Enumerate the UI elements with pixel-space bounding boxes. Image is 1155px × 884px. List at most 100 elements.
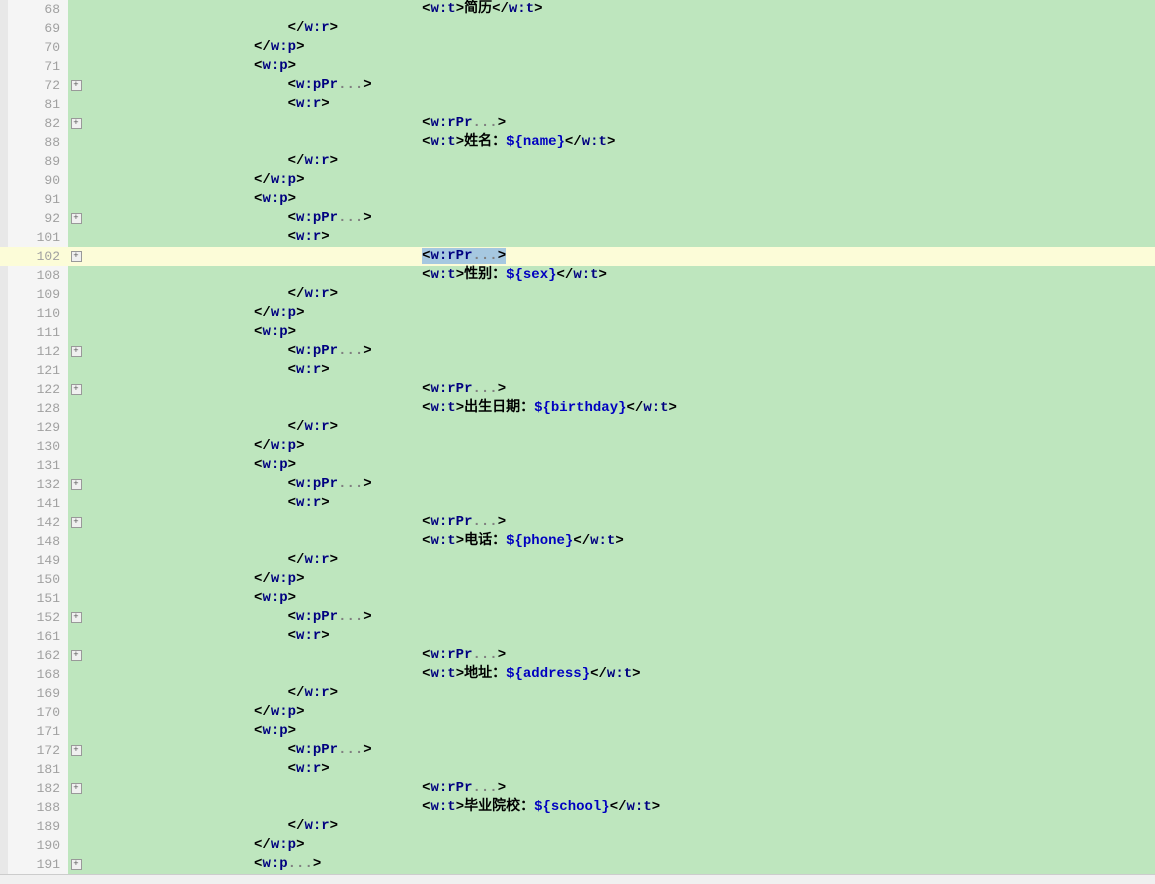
code-content[interactable]: <w:r> [84,627,1155,646]
code-content[interactable]: <w:p> [84,57,1155,76]
fold-expand-icon[interactable]: + [68,855,84,874]
code-content[interactable]: <w:r> [84,494,1155,513]
code-content[interactable]: <w:t>姓名：${name}</w:t> [84,133,1155,152]
code-line[interactable]: 129 </w:r> [0,418,1155,437]
fold-expand-icon[interactable]: + [68,209,84,228]
code-content[interactable]: <w:pPr...> [84,76,1155,95]
code-content[interactable]: <w:p> [84,589,1155,608]
code-line[interactable]: 108 <w:t>性别：${sex}</w:t> [0,266,1155,285]
code-line[interactable]: 122+ <w:rPr...> [0,380,1155,399]
code-line[interactable]: 162+ <w:rPr...> [0,646,1155,665]
code-line[interactable]: 121 <w:r> [0,361,1155,380]
code-content[interactable]: <w:rPr...> [84,646,1155,665]
code-line[interactable]: 81 <w:r> [0,95,1155,114]
fold-expand-icon[interactable]: + [68,380,84,399]
code-line[interactable]: 91 <w:p> [0,190,1155,209]
code-content[interactable]: <w:p> [84,190,1155,209]
fold-expand-icon[interactable]: + [68,646,84,665]
code-content[interactable]: </w:r> [84,817,1155,836]
code-line[interactable]: 72+ <w:pPr...> [0,76,1155,95]
code-content[interactable]: <w:pPr...> [84,342,1155,361]
code-line[interactable]: 90 </w:p> [0,171,1155,190]
fold-expand-icon[interactable]: + [68,76,84,95]
code-content[interactable]: </w:p> [84,304,1155,323]
code-line[interactable]: 128 <w:t>出生日期：${birthday}</w:t> [0,399,1155,418]
code-line[interactable]: 132+ <w:pPr...> [0,475,1155,494]
code-line[interactable]: 71 <w:p> [0,57,1155,76]
code-line[interactable]: 110 </w:p> [0,304,1155,323]
code-line[interactable]: 68 <w:t>简历</w:t> [0,0,1155,19]
code-line[interactable]: 130 </w:p> [0,437,1155,456]
code-line[interactable]: 170 </w:p> [0,703,1155,722]
code-content[interactable]: <w:p> [84,323,1155,342]
code-content[interactable]: <w:t>地址：${address}</w:t> [84,665,1155,684]
code-line[interactable]: 149 </w:r> [0,551,1155,570]
code-line[interactable]: 89 </w:r> [0,152,1155,171]
code-content[interactable]: <w:rPr...> [84,380,1155,399]
code-line[interactable]: 112+ <w:pPr...> [0,342,1155,361]
fold-expand-icon[interactable]: + [68,741,84,760]
code-line[interactable]: 151 <w:p> [0,589,1155,608]
code-line[interactable]: 101 <w:r> [0,228,1155,247]
code-line[interactable]: 172+ <w:pPr...> [0,741,1155,760]
code-line[interactable]: 168 <w:t>地址：${address}</w:t> [0,665,1155,684]
code-line[interactable]: 150 </w:p> [0,570,1155,589]
code-content[interactable]: </w:r> [84,152,1155,171]
fold-expand-icon[interactable]: + [68,114,84,133]
code-line[interactable]: 131 <w:p> [0,456,1155,475]
code-line[interactable]: 82+ <w:rPr...> [0,114,1155,133]
code-content[interactable]: <w:pPr...> [84,209,1155,228]
code-line[interactable]: 152+ <w:pPr...> [0,608,1155,627]
code-content[interactable]: </w:r> [84,418,1155,437]
code-content[interactable]: <w:pPr...> [84,475,1155,494]
code-content[interactable]: <w:t>电话：${phone}</w:t> [84,532,1155,551]
code-line[interactable]: 141 <w:r> [0,494,1155,513]
code-line[interactable]: 181 <w:r> [0,760,1155,779]
code-content[interactable]: <w:pPr...> [84,608,1155,627]
code-content[interactable]: <w:rPr...> [84,513,1155,532]
code-line[interactable]: 111 <w:p> [0,323,1155,342]
fold-expand-icon[interactable]: + [68,342,84,361]
code-line[interactable]: 69 </w:r> [0,19,1155,38]
code-content[interactable]: </w:p> [84,437,1155,456]
code-content[interactable]: <w:p> [84,722,1155,741]
code-content[interactable]: </w:r> [84,551,1155,570]
code-content[interactable]: </w:p> [84,836,1155,855]
code-content[interactable]: <w:rPr...> [84,114,1155,133]
code-content[interactable]: </w:p> [84,38,1155,57]
code-line[interactable]: 109 </w:r> [0,285,1155,304]
code-content[interactable]: </w:r> [84,684,1155,703]
code-content[interactable]: <w:t>毕业院校：${school}</w:t> [84,798,1155,817]
code-line[interactable]: 182+ <w:rPr...> [0,779,1155,798]
fold-expand-icon[interactable]: + [68,247,84,266]
code-line[interactable]: 188 <w:t>毕业院校：${school}</w:t> [0,798,1155,817]
code-line[interactable]: 169 </w:r> [0,684,1155,703]
code-content[interactable]: <w:t>出生日期：${birthday}</w:t> [84,399,1155,418]
fold-expand-icon[interactable]: + [68,475,84,494]
code-content[interactable]: <w:r> [84,95,1155,114]
code-line[interactable]: 88 <w:t>姓名：${name}</w:t> [0,133,1155,152]
fold-expand-icon[interactable]: + [68,608,84,627]
code-content[interactable]: <w:t>性别：${sex}</w:t> [84,266,1155,285]
code-line[interactable]: 189 </w:r> [0,817,1155,836]
fold-expand-icon[interactable]: + [68,513,84,532]
code-content[interactable]: </w:p> [84,703,1155,722]
code-line[interactable]: 142+ <w:rPr...> [0,513,1155,532]
code-content[interactable]: <w:rPr...> [84,779,1155,798]
code-line[interactable]: 190 </w:p> [0,836,1155,855]
code-line[interactable]: 171 <w:p> [0,722,1155,741]
code-content[interactable]: <w:r> [84,760,1155,779]
code-line[interactable]: 70 </w:p> [0,38,1155,57]
code-content[interactable]: <w:p> [84,456,1155,475]
fold-expand-icon[interactable]: + [68,779,84,798]
code-content[interactable]: </w:r> [84,19,1155,38]
code-line[interactable]: 92+ <w:pPr...> [0,209,1155,228]
code-editor[interactable]: 68 <w:t>简历</w:t>69 </w:r>70 </w:p>71 <w:… [0,0,1155,874]
code-content[interactable]: <w:r> [84,228,1155,247]
code-line[interactable]: 191+ <w:p...> [0,855,1155,874]
code-content[interactable]: </w:p> [84,171,1155,190]
code-content[interactable]: <w:rPr...> [84,247,1155,266]
code-content[interactable]: <w:p...> [84,855,1155,874]
code-line[interactable]: 161 <w:r> [0,627,1155,646]
code-content[interactable]: <w:r> [84,361,1155,380]
